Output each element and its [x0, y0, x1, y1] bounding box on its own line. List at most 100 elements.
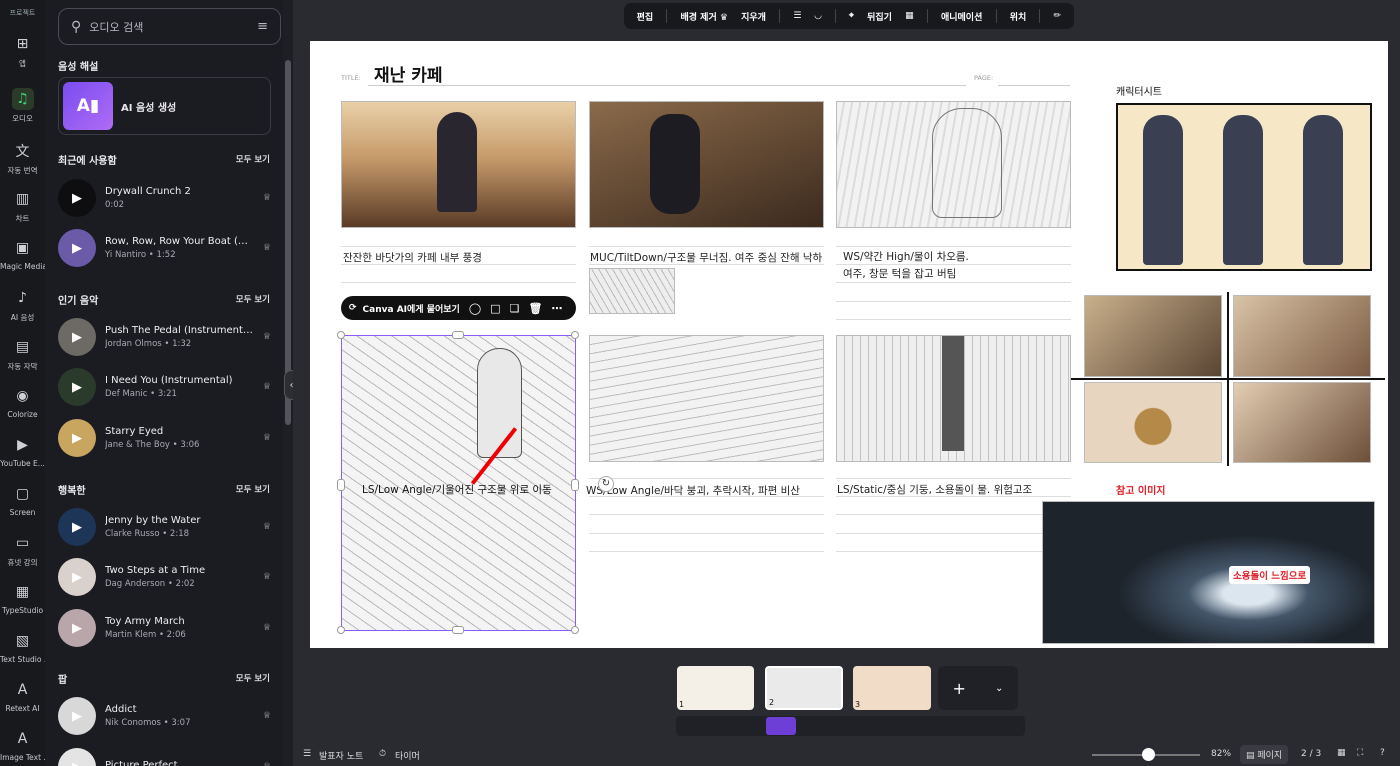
- edit-button[interactable]: 편집: [637, 10, 654, 23]
- see-all-link[interactable]: 모두 보기: [236, 153, 270, 165]
- frame-3-sketch[interactable]: [836, 101, 1071, 228]
- track-item[interactable]: ▶ Toy Army March Martin Klem • 2:06 ♕: [58, 607, 271, 649]
- frame-6-sketch[interactable]: [589, 335, 824, 462]
- rail-item-13[interactable]: A Retext AI: [0, 679, 45, 713]
- reference-title[interactable]: 참고 이미지: [1116, 482, 1165, 497]
- frame-1-image[interactable]: [341, 101, 576, 228]
- corner-rounding-icon[interactable]: ◡: [815, 11, 822, 21]
- paint-format-icon[interactable]: ✏: [1054, 11, 1062, 21]
- track-item[interactable]: ▶ Two Steps at a Time Dag Anderson • 2:02 ♕: [58, 556, 271, 598]
- add-page-icon[interactable]: +: [953, 679, 966, 698]
- see-all-link[interactable]: 모두 보기: [236, 672, 270, 684]
- track-item[interactable]: ▶ Push The Pedal (Instrumental) Jordan Olm…: [58, 316, 271, 358]
- reference-note[interactable]: 소용돌이 느낌으로: [1229, 566, 1311, 584]
- presenter-notes-button[interactable]: 발표자 노트: [319, 749, 363, 762]
- track-item[interactable]: ▶ Row, Row, Row Your Boat (Harp Ve... Yi N…: [58, 227, 271, 269]
- closeup-espresso-image[interactable]: [1084, 295, 1222, 377]
- rotate-handle-icon[interactable]: ↻: [598, 476, 614, 492]
- track-item[interactable]: ▶ I Need You (Instrumental) Def Manic • 3:…: [58, 366, 271, 408]
- track-item[interactable]: ▶ Picture Perfect ♕: [58, 746, 271, 766]
- play-icon[interactable]: ▶: [58, 609, 96, 647]
- crop-icon[interactable]: ⌖: [849, 11, 854, 21]
- play-icon[interactable]: ▶: [58, 419, 96, 457]
- transparency-icon[interactable]: ▦: [905, 11, 914, 21]
- see-all-link[interactable]: 모두 보기: [236, 293, 270, 305]
- small-sketch-image[interactable]: [589, 268, 675, 314]
- rail-item-2[interactable]: 文 자동 번역: [0, 140, 45, 176]
- filter-icon[interactable]: ≡: [257, 19, 268, 34]
- resize-handle[interactable]: [337, 626, 345, 634]
- chevron-down-icon[interactable]: ⌄: [995, 683, 1003, 694]
- audio-timeline-track[interactable]: [676, 716, 1025, 736]
- see-all-link[interactable]: 모두 보기: [236, 483, 270, 495]
- comment-add-icon[interactable]: ◯: [469, 302, 481, 315]
- track-item[interactable]: ▶ Jenny by the Water Clarke Russo • 2:18 ♕: [58, 506, 271, 548]
- help-icon[interactable]: ?: [1380, 748, 1385, 758]
- resize-handle[interactable]: [337, 479, 345, 491]
- projects-label[interactable]: 프로젝트: [0, 0, 45, 18]
- closeup-face-1-image[interactable]: [1233, 295, 1371, 377]
- play-icon[interactable]: ▶: [58, 229, 96, 267]
- fullscreen-icon[interactable]: ⛶: [1357, 748, 1363, 758]
- resize-handle[interactable]: [452, 626, 464, 634]
- caption-7[interactable]: LS/Static/중심 기둥, 소용돌이 물. 위험고조: [837, 482, 1032, 497]
- notes-icon[interactable]: ☰: [303, 749, 311, 759]
- rail-item-11[interactable]: ▦ TypeStudio: [0, 581, 45, 615]
- play-icon[interactable]: ▶: [58, 179, 96, 217]
- page-thumbnail-1[interactable]: 1: [677, 666, 754, 710]
- track-item[interactable]: ▶ Drywall Crunch 2 0:02 ♕: [58, 177, 271, 219]
- resize-handle[interactable]: [452, 331, 464, 339]
- page-thumbnail-3[interactable]: 3: [853, 666, 931, 710]
- rail-item-8[interactable]: ▶ YouTube E...: [0, 434, 45, 468]
- track-item[interactable]: ▶ Starry Eyed Jane & The Boy • 3:06 ♕: [58, 417, 271, 459]
- grid-view-icon[interactable]: ▦: [1337, 748, 1346, 758]
- rail-item-14[interactable]: A Image Text ...: [0, 728, 45, 762]
- rail-item-5[interactable]: ♪ AI 음성: [0, 287, 45, 323]
- play-icon[interactable]: ▶: [58, 697, 96, 735]
- flip-button[interactable]: 뒤집기: [867, 10, 892, 23]
- pages-view-button[interactable]: ▤ 페이지: [1240, 745, 1289, 764]
- resize-handle[interactable]: [571, 626, 579, 634]
- audio-search-input[interactable]: ⚲ 오디오 검색 ≡: [58, 8, 281, 45]
- frame-7-sketch[interactable]: [836, 335, 1071, 462]
- closeup-face-2-image[interactable]: [1233, 382, 1371, 463]
- play-icon[interactable]: ▶: [58, 318, 96, 356]
- rail-item-3[interactable]: ▥ 차트: [0, 188, 45, 224]
- resize-handle[interactable]: [571, 331, 579, 339]
- rail-item-4[interactable]: ▣ Magic Media: [0, 237, 45, 271]
- resize-handle[interactable]: [571, 479, 579, 491]
- rail-item-6[interactable]: ▤ 자동 자막: [0, 336, 45, 372]
- resize-handle[interactable]: [337, 331, 345, 339]
- caption-6[interactable]: WS/Low Angle/바닥 붕괴, 추락시작, 파편 비산: [586, 483, 800, 498]
- play-icon[interactable]: ▶: [58, 508, 96, 546]
- caption-1[interactable]: 잔잔한 바닷가의 카페 내부 풍경: [343, 250, 482, 265]
- audio-clip[interactable]: [766, 717, 796, 735]
- eraser-button[interactable]: 지우개: [741, 10, 766, 23]
- ai-voice-card[interactable]: A▮ AI 음성 생성: [58, 77, 271, 135]
- caption-4[interactable]: 여주, 창문 턱을 잡고 버팀: [843, 266, 956, 281]
- position-button[interactable]: 위치: [1010, 10, 1027, 23]
- rail-item-1[interactable]: ♫ 오디오: [0, 88, 45, 124]
- frame-2-image[interactable]: [589, 101, 824, 228]
- caption-2[interactable]: MUC/TiltDown/구조물 무너짐. 여주 중심 잔해 낙하: [590, 250, 822, 265]
- rail-item-0[interactable]: ⊞ 앱: [0, 33, 45, 69]
- closeup-eye-image[interactable]: [1084, 382, 1222, 463]
- play-icon[interactable]: ▶: [58, 748, 96, 766]
- rail-item-7[interactable]: ◉ Colorize: [0, 385, 45, 419]
- delete-icon[interactable]: 🗑: [528, 302, 542, 315]
- character-sheet-image[interactable]: [1116, 103, 1372, 271]
- rail-item-12[interactable]: ▧ Text Studio ...: [0, 630, 45, 664]
- ask-ai-button[interactable]: Canva AI에게 물어보기: [363, 302, 460, 315]
- more-options-icon[interactable]: ⋯: [551, 302, 562, 315]
- storyboard-title[interactable]: 재난 카페: [374, 61, 442, 86]
- border-style-icon[interactable]: ☰: [793, 11, 801, 21]
- animate-button[interactable]: 애니메이션: [941, 10, 982, 23]
- zoom-slider[interactable]: [1092, 748, 1200, 761]
- zoom-slider-knob[interactable]: [1142, 748, 1156, 761]
- rail-item-10[interactable]: ▭ 휴넷 강의: [0, 532, 45, 568]
- zoom-level[interactable]: 82%: [1211, 749, 1231, 759]
- character-sheet-label[interactable]: 캐릭터시트: [1116, 83, 1162, 98]
- caption-3[interactable]: WS/약간 High/물이 차오름.: [843, 249, 969, 264]
- duplicate-icon[interactable]: ❏: [510, 302, 520, 315]
- selection-box[interactable]: [341, 335, 576, 631]
